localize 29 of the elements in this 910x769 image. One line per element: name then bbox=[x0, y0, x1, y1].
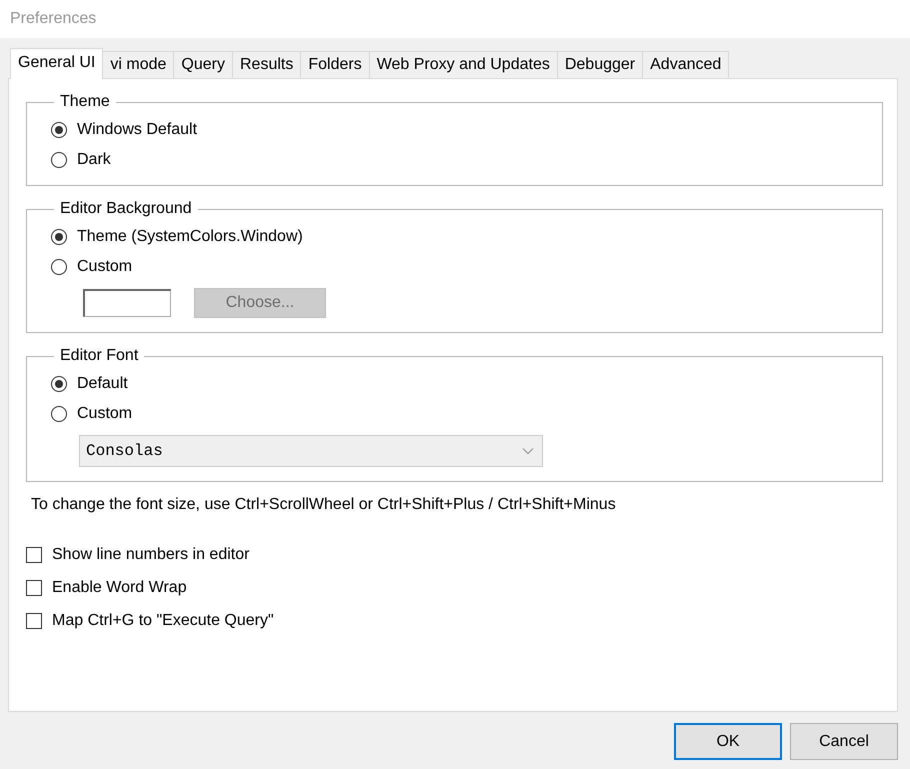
radio-label[interactable]: Custom bbox=[77, 258, 132, 276]
radio-label[interactable]: Default bbox=[77, 375, 128, 393]
radio-button[interactable] bbox=[51, 229, 67, 245]
radio-label[interactable]: Windows Default bbox=[77, 121, 198, 139]
radio-button[interactable] bbox=[51, 259, 67, 275]
color-field[interactable] bbox=[83, 289, 171, 317]
radio-button[interactable] bbox=[51, 122, 67, 138]
radio-button[interactable] bbox=[51, 152, 67, 168]
radio-label[interactable]: Dark bbox=[77, 151, 111, 169]
window-title: Preferences bbox=[10, 10, 96, 28]
checkbox[interactable] bbox=[26, 612, 42, 628]
checkbox-label[interactable]: Show line numbers in editor bbox=[52, 546, 250, 564]
cancel-button[interactable]: Cancel bbox=[790, 723, 898, 760]
radio-label[interactable]: Theme (SystemColors.Window) bbox=[77, 228, 303, 246]
ok-button[interactable]: OK bbox=[674, 723, 782, 760]
chevron-down-icon bbox=[522, 447, 534, 455]
hint-text: To change the font size, use Ctrl+ScrollWheel or Ctrl+Shift+Plus / Ctrl+Shift+Minus bbox=[31, 496, 617, 514]
checkbox[interactable] bbox=[26, 546, 42, 562]
group-title: Editor Background bbox=[59, 200, 193, 218]
tab[interactable]: Advanced bbox=[642, 51, 730, 78]
group-title: Editor Font bbox=[59, 347, 140, 365]
radio-label[interactable]: Custom bbox=[77, 405, 132, 423]
radio-button[interactable] bbox=[51, 406, 67, 422]
tab[interactable]: General UI bbox=[10, 48, 104, 79]
checkbox-label[interactable]: Map Ctrl+G to "Execute Query" bbox=[52, 612, 274, 630]
checkbox[interactable] bbox=[26, 580, 42, 596]
checkbox-label[interactable]: Enable Word Wrap bbox=[52, 578, 187, 596]
group-title: Theme bbox=[59, 93, 111, 111]
radio-button[interactable] bbox=[51, 376, 67, 392]
